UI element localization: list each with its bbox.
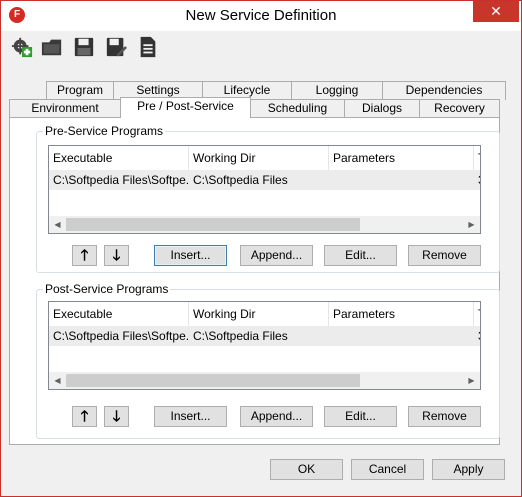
pre-edit-button[interactable]: Edit... <box>324 245 397 266</box>
col-t[interactable]: T <box>474 146 480 170</box>
tab-recovery[interactable]: Recovery <box>419 99 500 118</box>
pre-remove-button[interactable]: Remove <box>408 245 481 266</box>
table-row[interactable]: C:\Softpedia Files\Softpe... C:\Softpedi… <box>49 170 480 190</box>
cell-t: 3 <box>474 170 480 190</box>
post-service-list[interactable]: Executable Working Dir Parameters T C:\S… <box>48 301 481 390</box>
scroll-left-icon[interactable]: ◀ <box>49 216 66 233</box>
pre-move-up-button[interactable]: 🡑 <box>72 245 97 266</box>
tab-panel: Pre-Service Programs Executable Working … <box>9 117 500 445</box>
pre-move-down-button[interactable]: 🡓 <box>104 245 129 266</box>
save-as-icon[interactable] <box>105 35 127 59</box>
document-icon[interactable] <box>137 35 159 59</box>
col-executable[interactable]: Executable <box>49 146 189 170</box>
cell-parameters <box>329 170 474 190</box>
post-hscrollbar[interactable]: ◀ ▶ <box>49 372 480 389</box>
tab-environment[interactable]: Environment <box>9 99 121 118</box>
arrow-up-icon: 🡑 <box>80 408 89 425</box>
tab-pre-post-service[interactable]: Pre / Post-Service <box>120 97 251 118</box>
pre-service-legend: Pre-Service Programs <box>43 124 166 138</box>
scroll-thumb[interactable] <box>66 218 360 231</box>
pre-insert-button[interactable]: Insert... <box>154 245 227 266</box>
pre-list-header: Executable Working Dir Parameters T <box>49 146 480 170</box>
cell-t: 3 <box>474 326 480 346</box>
tab-dependencies[interactable]: Dependencies <box>382 81 506 100</box>
post-move-down-button[interactable]: 🡓 <box>104 406 129 427</box>
post-append-button[interactable]: Append... <box>240 406 313 427</box>
col-working-dir[interactable]: Working Dir <box>189 146 329 170</box>
col-parameters[interactable]: Parameters <box>329 302 474 326</box>
col-executable[interactable]: Executable <box>49 302 189 326</box>
col-parameters[interactable]: Parameters <box>329 146 474 170</box>
scroll-thumb[interactable] <box>66 374 360 387</box>
cell-executable: C:\Softpedia Files\Softpe... <box>53 329 189 343</box>
cell-executable: C:\Softpedia Files\Softpe... <box>53 173 189 187</box>
apply-button[interactable]: Apply <box>432 459 505 480</box>
tab-dialogs[interactable]: Dialogs <box>344 99 420 118</box>
arrow-up-icon: 🡑 <box>80 247 89 264</box>
post-move-up-button[interactable]: 🡑 <box>72 406 97 427</box>
table-row[interactable]: C:\Softpedia Files\Softpe... C:\Softpedi… <box>49 326 480 346</box>
post-remove-button[interactable]: Remove <box>408 406 481 427</box>
window-title: New Service Definition <box>185 7 337 24</box>
cancel-button[interactable]: Cancel <box>351 459 424 480</box>
col-working-dir[interactable]: Working Dir <box>189 302 329 326</box>
ok-button[interactable]: OK <box>270 459 343 480</box>
post-edit-button[interactable]: Edit... <box>324 406 397 427</box>
save-icon[interactable] <box>73 35 95 59</box>
scroll-right-icon[interactable]: ▶ <box>463 372 480 389</box>
post-insert-button[interactable]: Insert... <box>154 406 227 427</box>
cell-parameters <box>329 326 474 346</box>
arrow-down-icon: 🡓 <box>112 247 121 264</box>
cell-working-dir: C:\Softpedia Files <box>193 173 288 187</box>
tab-logging[interactable]: Logging <box>291 81 383 100</box>
arrow-down-icon: 🡓 <box>112 408 121 425</box>
post-service-legend: Post-Service Programs <box>43 282 171 296</box>
add-service-icon[interactable] <box>11 35 33 59</box>
title-bar[interactable]: F New Service Definition ✕ <box>1 1 521 31</box>
tab-scheduling[interactable]: Scheduling <box>250 99 345 118</box>
open-folder-icon[interactable] <box>41 35 63 59</box>
post-list-header: Executable Working Dir Parameters T <box>49 302 480 326</box>
pre-hscrollbar[interactable]: ◀ ▶ <box>49 216 480 233</box>
dialog-window: F New Service Definition ✕ Program Setti… <box>0 0 522 497</box>
cell-working-dir: C:\Softpedia Files <box>193 329 288 343</box>
col-t[interactable]: T <box>474 302 480 326</box>
pre-append-button[interactable]: Append... <box>240 245 313 266</box>
scroll-left-icon[interactable]: ◀ <box>49 372 66 389</box>
scroll-right-icon[interactable]: ▶ <box>463 216 480 233</box>
pre-service-list[interactable]: Executable Working Dir Parameters T C:\S… <box>48 145 481 234</box>
close-button[interactable]: ✕ <box>473 1 519 22</box>
tab-program[interactable]: Program <box>46 81 114 100</box>
